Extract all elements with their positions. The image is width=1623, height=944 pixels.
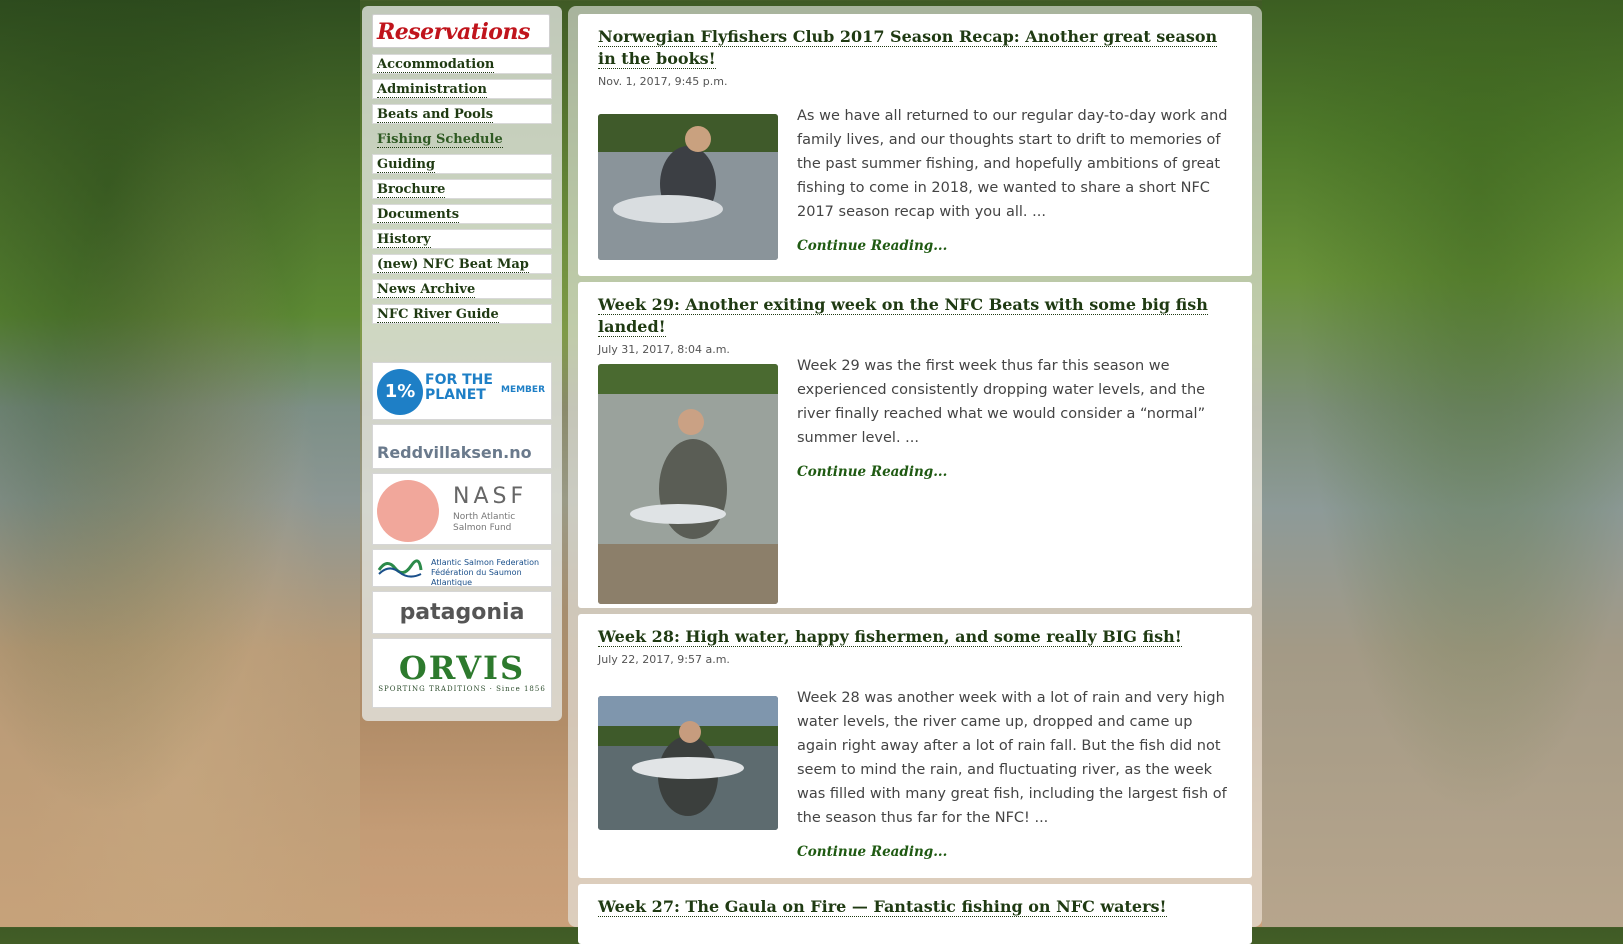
- continue-reading-link[interactable]: Continue Reading...: [797, 844, 947, 860]
- nasf-salmon-icon: [377, 480, 439, 542]
- post-title[interactable]: Week 28: High water, happy fishermen, an…: [598, 626, 1232, 648]
- background-photo-left: [0, 0, 360, 927]
- sidebar-item-news-archive[interactable]: News Archive: [372, 279, 552, 299]
- angler-photo: [598, 364, 778, 604]
- sidebar-item-administration[interactable]: Administration: [372, 79, 552, 99]
- sidebar-item-history[interactable]: History: [372, 229, 552, 249]
- sidebar-item-documents[interactable]: Documents: [372, 204, 552, 224]
- member-label: MEMBER: [501, 385, 545, 395]
- post-excerpt: As we have all returned to our regular d…: [797, 108, 1228, 220]
- sidebar-item-river-guide[interactable]: NFC River Guide: [372, 304, 552, 324]
- asf-line2: Fédération du Saumon Atlantique: [431, 568, 522, 587]
- sponsor-list: 1% FOR THE PLANET MEMBER Reddvillaksen.n…: [372, 362, 552, 712]
- post-excerpt: Week 29 was the first week thus far this…: [797, 358, 1206, 446]
- sponsor-patagonia[interactable]: patagonia: [372, 591, 552, 634]
- sidebar-item-label: News Archive: [377, 282, 476, 298]
- sponsor-reddvillaksen[interactable]: Reddvillaksen.no: [372, 424, 552, 469]
- sidebar: Reservations 2017 Accommodation Administ…: [362, 6, 562, 721]
- sidebar-item-label: Documents: [377, 207, 460, 223]
- news-post: Norwegian Flyfishers Club 2017 Season Re…: [578, 14, 1252, 276]
- background-photo-right: [1262, 0, 1623, 927]
- sidebar-item-beats-and-pools[interactable]: Beats and Pools: [372, 104, 552, 124]
- sidebar-item-fishing-schedule[interactable]: Fishing Schedule: [372, 129, 552, 149]
- sidebar-item-label: Guiding: [377, 157, 436, 173]
- news-feed: Norwegian Flyfishers Club 2017 Season Re…: [568, 6, 1262, 944]
- angler-photo: [598, 114, 778, 260]
- news-post: Week 29: Another exiting week on the NFC…: [578, 282, 1252, 608]
- sponsor-nasf[interactable]: NASF North Atlantic Salmon Fund: [372, 473, 552, 545]
- continue-reading-link[interactable]: Continue Reading...: [797, 238, 947, 254]
- sidebar-item-label: Brochure: [377, 182, 446, 198]
- post-excerpt: Week 28 was another week with a lot of r…: [797, 690, 1227, 826]
- angler-photo: [598, 696, 778, 830]
- sidebar-item-label: (new) NFC Beat Map: [377, 257, 529, 273]
- continue-reading-link[interactable]: Continue Reading...: [797, 464, 947, 480]
- post-thumbnail[interactable]: [598, 364, 778, 604]
- one-percent-logo: 1%: [377, 369, 423, 415]
- sponsor-orvis[interactable]: ORVIS SPORTING TRADITIONS · Since 1856: [372, 638, 552, 708]
- post-date: Nov. 1, 2017, 9:45 p.m.: [598, 75, 728, 88]
- sponsor-atlantic-salmon-federation[interactable]: Atlantic Salmon Federation Fédération du…: [372, 549, 552, 587]
- sidebar-item-label: Fishing Schedule: [377, 132, 503, 148]
- nasf-subtitle: North Atlantic Salmon Fund: [453, 512, 516, 533]
- sidebar-item-label: NFC River Guide: [377, 307, 499, 323]
- sidebar-item-label: History: [377, 232, 431, 248]
- sidebar-item-label: Administration: [377, 82, 487, 98]
- sidebar-item-label: Beats and Pools: [377, 107, 494, 123]
- news-post: Week 28: High water, happy fishermen, an…: [578, 614, 1252, 878]
- sidebar-item-guiding[interactable]: Guiding: [372, 154, 552, 174]
- news-post: Week 27: The Gaula on Fire — Fantastic f…: [578, 884, 1252, 944]
- ftp-line2: PLANET: [425, 387, 486, 403]
- post-thumbnail[interactable]: [598, 114, 778, 260]
- orvis-subtitle: SPORTING TRADITIONS · Since 1856: [378, 685, 546, 693]
- reddvillaksen-logo: Reddvillaksen.no: [377, 443, 532, 462]
- sidebar-item-label: Accommodation: [377, 57, 495, 73]
- sidebar-item-accommodation[interactable]: Accommodation: [372, 54, 552, 74]
- orvis-logo: ORVIS: [398, 649, 526, 687]
- post-title[interactable]: Norwegian Flyfishers Club 2017 Season Re…: [598, 26, 1232, 70]
- reservations-logo[interactable]: Reservations 2017: [372, 14, 550, 79]
- ftp-line1: FOR THE: [425, 372, 493, 388]
- post-title[interactable]: Week 27: The Gaula on Fire — Fantastic f…: [598, 896, 1232, 918]
- sidebar-nav: Accommodation Administration Beats and P…: [372, 54, 552, 329]
- post-title[interactable]: Week 29: Another exiting week on the NFC…: [598, 294, 1232, 338]
- asf-wave-icon: [377, 559, 423, 578]
- patagonia-logo: patagonia: [399, 600, 525, 625]
- nasf-title: NASF: [453, 484, 528, 509]
- post-date: July 22, 2017, 9:57 a.m.: [598, 653, 730, 666]
- asf-line1: Atlantic Salmon Federation: [431, 558, 540, 567]
- sponsor-1-percent-for-the-planet[interactable]: 1% FOR THE PLANET MEMBER: [372, 362, 552, 420]
- sidebar-item-brochure[interactable]: Brochure: [372, 179, 552, 199]
- sidebar-item-beat-map[interactable]: (new) NFC Beat Map: [372, 254, 552, 274]
- post-thumbnail[interactable]: [598, 696, 778, 830]
